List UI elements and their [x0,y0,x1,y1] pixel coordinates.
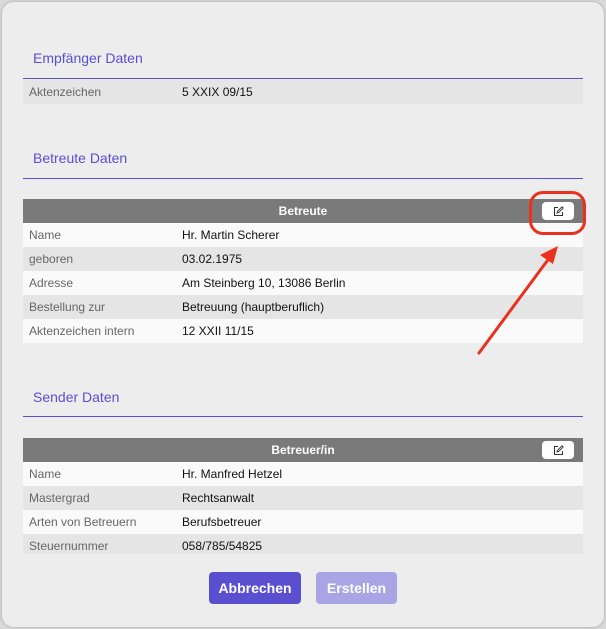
annotation-arrow [477,246,558,355]
cancel-button[interactable]: Abbrechen [209,572,301,604]
create-button[interactable]: Erstellen [316,572,397,604]
modal-footer: Abbrechen Erstellen [2,554,604,627]
create-document-modal: Empfänger Daten Aktenzeichen 5 XXIX 09/1… [2,2,604,627]
